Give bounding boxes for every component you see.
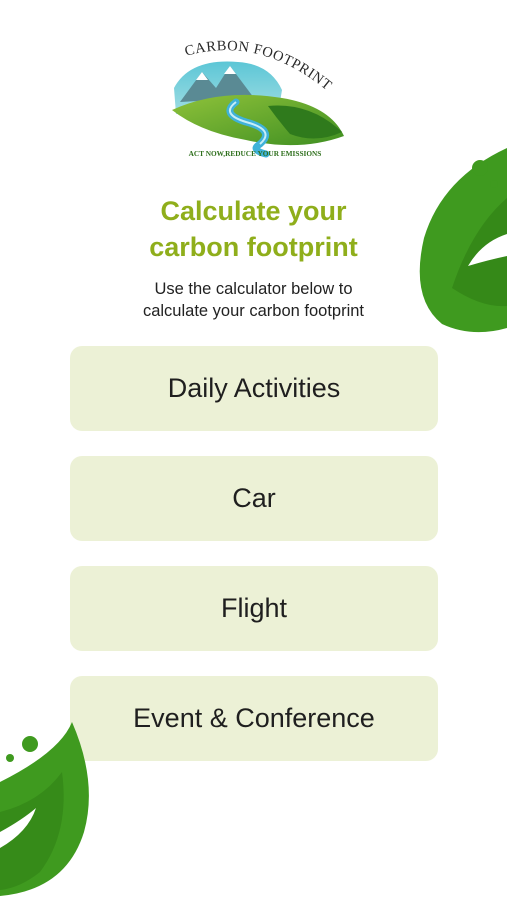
event-conference-button[interactable]: Event & Conference	[70, 676, 438, 761]
logo-tagline: ACT NOW,REDUCE YOUR EMISSIONS	[189, 149, 322, 158]
carbon-footprint-logo: CARBON FOOTPRINT ACT NOW,REDUCE YOUR EMI…	[150, 36, 360, 164]
daily-activities-button[interactable]: Daily Activities	[70, 346, 438, 431]
flight-button[interactable]: Flight	[70, 566, 438, 651]
leaf-decoration-right-icon	[402, 138, 507, 338]
car-button[interactable]: Car	[70, 456, 438, 541]
leaf-decoration-left-icon	[0, 712, 100, 900]
logo-graphic: CARBON FOOTPRINT ACT NOW,REDUCE YOUR EMI…	[172, 38, 344, 158]
